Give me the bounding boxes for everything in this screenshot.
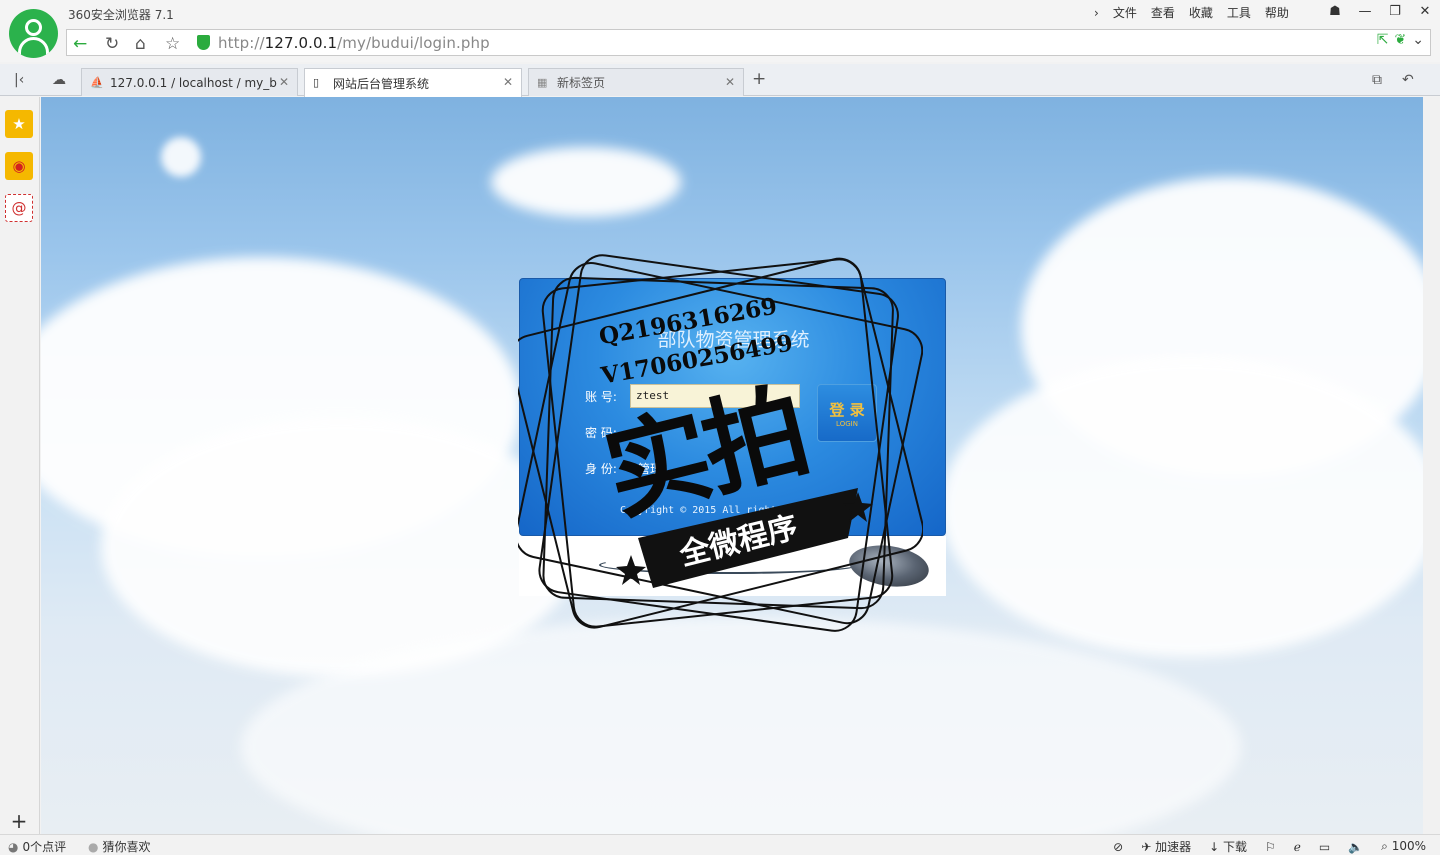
share-icon[interactable]: ⇱: [1377, 32, 1389, 48]
page-content: 部队物资管理系统 账 号: ztest 密 码: 身 份: 管理 登 录 LOG…: [41, 97, 1423, 834]
accelerator-button[interactable]: ✈ 加速器: [1141, 838, 1191, 855]
page-icon: ▯: [313, 76, 320, 89]
login-button[interactable]: 登 录 LOGIN: [817, 384, 877, 442]
menu-view[interactable]: 查看: [1151, 4, 1175, 21]
refresh-icon[interactable]: ↻: [105, 34, 119, 54]
menu-file[interactable]: 文件: [1113, 4, 1137, 21]
sparkle-star: [161, 137, 201, 177]
new-tab-icon[interactable]: +: [752, 69, 766, 89]
tab-label: 127.0.0.1 / localhost / my_b: [110, 75, 277, 90]
guess-icon: ●: [88, 839, 99, 854]
zoom-button[interactable]: ⌕ 100%: [1381, 839, 1426, 854]
right-cloud-2: [941, 357, 1423, 657]
reviews-item[interactable]: ◕ 0个点评: [8, 838, 66, 855]
cloud-icon[interactable]: ☁: [52, 72, 66, 88]
back-icon[interactable]: ←: [73, 34, 87, 54]
favorites-star-icon[interactable]: ★: [5, 110, 33, 138]
title-bar: 360安全浏览器 7.1 › 文件 查看 收藏 工具 帮助 ☗ — ❐ ✕: [0, 0, 1440, 26]
star-icon[interactable]: ☆: [165, 34, 180, 54]
mail-icon[interactable]: @: [5, 194, 33, 222]
collapse-sidebar-icon[interactable]: |‹: [14, 72, 24, 88]
navigation-bar: ← ↻ ⌂ ☆ http://127.0.0.1/my/budui/login.…: [0, 26, 1440, 62]
tab-list-icon[interactable]: ⧉: [1372, 72, 1382, 88]
copyright-text: Copyright © 2015 All rights: [620, 505, 783, 516]
guess-item[interactable]: ● 猜你喜欢: [88, 838, 151, 855]
leaf-icon[interactable]: ❦: [1395, 32, 1407, 48]
password-label: 密 码:: [585, 426, 617, 440]
mouse-icon: [846, 540, 932, 592]
ie-icon[interactable]: ℯ: [1294, 840, 1301, 854]
reviews-text: 0个点评: [22, 840, 67, 854]
weibo-icon[interactable]: ◉: [5, 152, 33, 180]
login-button-label: 登 录: [829, 400, 865, 419]
download-button[interactable]: ↓ 下载: [1209, 838, 1247, 855]
tab-phpmyadmin[interactable]: ⛵ 127.0.0.1 / localhost / my_b ✕: [81, 68, 298, 96]
user-avatar-icon[interactable]: [9, 9, 58, 58]
tab-bar: |‹ ☁ ⛵ 127.0.0.1 / localhost / my_b ✕ ▯ …: [0, 64, 1440, 97]
menu-expand-icon[interactable]: ›: [1094, 6, 1099, 20]
small-cloud: [491, 147, 681, 217]
system-title: 部队物资管理系统: [657, 329, 810, 351]
undo-close-icon[interactable]: ↶: [1402, 72, 1414, 88]
guess-text: 猜你喜欢: [102, 840, 151, 854]
address-actions: ⇱ ❦ ⌄: [1377, 32, 1424, 48]
mouse-cord: [599, 556, 859, 574]
app-title: 360安全浏览器 7.1: [68, 8, 174, 22]
maximize-button[interactable]: ❐: [1380, 0, 1410, 22]
close-icon[interactable]: ✕: [503, 75, 513, 89]
top-menu: › 文件 查看 收藏 工具 帮助: [1094, 4, 1289, 21]
security-shield-icon[interactable]: [197, 35, 210, 50]
url-text[interactable]: http://127.0.0.1/my/budui/login.php: [218, 34, 490, 52]
status-bar: ◕ 0个点评 ● 猜你喜欢 ⊘ ✈ 加速器 ↓ 下载 ⚐ ℯ ▭ 🔈 ⌕ 100…: [0, 834, 1440, 855]
grid-icon: ▦: [537, 75, 548, 89]
sidebar: ★ ◉ @ +: [0, 97, 40, 834]
add-sidebar-icon[interactable]: +: [5, 807, 33, 835]
login-panel: 部队物资管理系统 账 号: ztest 密 码: 身 份: 管理 登 录 LOG…: [519, 278, 946, 596]
close-icon[interactable]: ✕: [725, 75, 735, 89]
window-icon[interactable]: ▭: [1319, 840, 1330, 854]
role-select[interactable]: 管理: [638, 460, 662, 477]
account-label: 账 号:: [585, 390, 617, 404]
review-icon: ◕: [8, 839, 19, 854]
safety-icon[interactable]: ⊘: [1113, 840, 1123, 854]
tab-admin[interactable]: ▯ 网站后台管理系统 ✕: [304, 68, 522, 97]
login-button-sub: LOGIN: [836, 419, 858, 428]
skin-icon[interactable]: ☗: [1320, 0, 1350, 22]
minimize-button[interactable]: —: [1350, 0, 1380, 22]
window-controls: ☗ — ❐ ✕: [1320, 0, 1440, 22]
status-right: ⊘ ✈ 加速器 ↓ 下载 ⚐ ℯ ▭ 🔈 ⌕ 100%: [1113, 838, 1426, 855]
menu-favorites[interactable]: 收藏: [1189, 4, 1213, 21]
scrollbar[interactable]: [1423, 97, 1440, 834]
login-footer: [519, 536, 946, 596]
account-input[interactable]: ztest: [630, 384, 800, 408]
chevron-down-icon[interactable]: ⌄: [1412, 32, 1424, 48]
close-button[interactable]: ✕: [1410, 0, 1440, 22]
flag-icon[interactable]: ⚐: [1265, 840, 1276, 854]
tab-newtab[interactable]: ▦ 新标签页 ✕: [528, 68, 744, 96]
role-label: 身 份:: [585, 462, 617, 476]
menu-help[interactable]: 帮助: [1265, 4, 1289, 21]
volume-icon[interactable]: 🔈: [1348, 840, 1363, 854]
home-icon[interactable]: ⌂: [135, 34, 146, 54]
pma-icon: ⛵: [90, 75, 104, 89]
tab-label: 网站后台管理系统: [333, 76, 430, 91]
login-form: 部队物资管理系统 账 号: ztest 密 码: 身 份: 管理 登 录 LOG…: [519, 278, 946, 536]
menu-tools[interactable]: 工具: [1227, 4, 1251, 21]
close-icon[interactable]: ✕: [279, 75, 289, 89]
address-bar[interactable]: ← ↻ ⌂ ☆ http://127.0.0.1/my/budui/login.…: [66, 29, 1431, 56]
tab-label: 新标签页: [557, 76, 606, 90]
